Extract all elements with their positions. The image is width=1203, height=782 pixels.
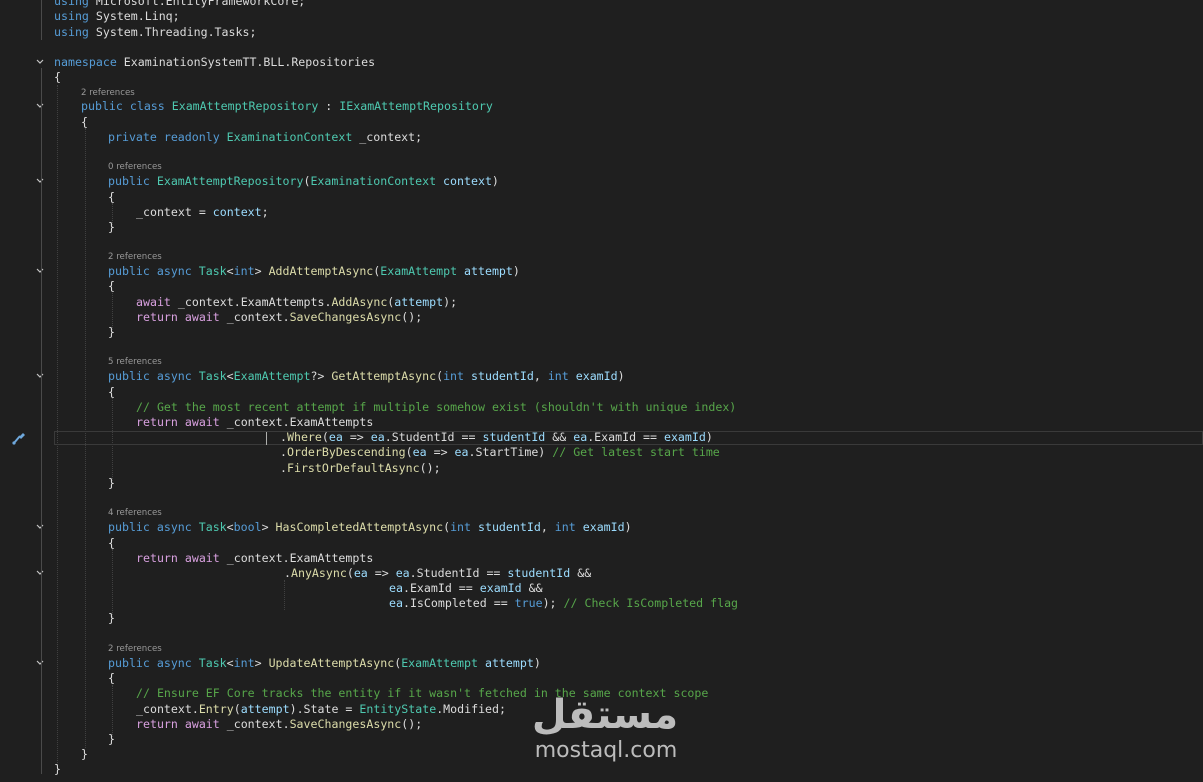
code-line-brace: { <box>108 536 115 550</box>
text-cursor <box>266 432 267 445</box>
code-line-method-signature: public async Task<ExamAttempt?> GetAttem… <box>108 369 625 383</box>
code-line-namespace: namespace ExaminationSystemTT.BLL.Reposi… <box>54 55 376 69</box>
fold-chevron-icon[interactable] <box>35 371 45 381</box>
code-line-statement: await _context.ExamAttempts.AddAsync(att… <box>136 295 458 309</box>
fold-chevron-icon[interactable] <box>35 522 45 532</box>
code-line-statement: return await _context.ExamAttempts <box>136 551 374 565</box>
code-line-brace: } <box>108 732 115 746</box>
code-line-brace: } <box>108 476 115 490</box>
indent-guide <box>112 685 113 737</box>
indent-guide <box>284 580 285 610</box>
code-line-statement: _context.Entry(attempt).State = EntitySt… <box>136 702 506 716</box>
code-editor[interactable]: using Microsoft.EntityFrameworkCore; usi… <box>0 0 1203 782</box>
fold-chevron-icon[interactable] <box>35 176 45 186</box>
code-line-comment: // Get the most recent attempt if multip… <box>136 400 737 414</box>
watermark-arabic-text: مستقل <box>531 692 679 738</box>
fold-chevron-icon[interactable] <box>35 101 45 111</box>
fold-chevron-icon[interactable] <box>35 57 45 67</box>
fold-chevron-icon[interactable] <box>35 266 45 276</box>
code-line-brace: { <box>108 279 115 293</box>
code-line-linq-where: .Where(ea => ea.StudentId == studentId &… <box>280 430 713 444</box>
watermark-latin-text: mostaql.com <box>534 738 678 763</box>
editor-gutter <box>0 0 50 782</box>
indent-guide <box>112 549 113 617</box>
codelens-references[interactable]: 0 references <box>108 162 162 173</box>
mostaql-watermark: مستقل mostaql.com <box>520 690 690 770</box>
codelens-references[interactable]: 5 references <box>108 357 162 368</box>
code-line-condition: ea.IsCompleted == true); // Check IsComp… <box>389 596 739 610</box>
code-line-brace: } <box>108 325 115 339</box>
codelens-references[interactable]: 2 references <box>108 252 162 263</box>
code-line-brace: { <box>108 385 115 399</box>
code-line-method-signature: public async Task<int> UpdateAttemptAsyn… <box>108 656 541 670</box>
code-line-linq-first: .FirstOrDefaultAsync(); <box>280 461 441 475</box>
code-line-linq-any: .AnyAsync(ea => ea.StudentId == studentI… <box>284 566 592 580</box>
code-line-brace: { <box>108 671 115 685</box>
fold-chevron-icon[interactable] <box>35 658 45 668</box>
code-line-brace: } <box>81 747 88 761</box>
code-line-brace: } <box>54 762 61 776</box>
code-line-statement: return await _context.SaveChangesAsync()… <box>136 717 423 731</box>
code-line-brace: { <box>81 115 88 129</box>
code-line-constructor: public ExamAttemptRepository(Examination… <box>108 174 499 188</box>
code-line-field: private readonly ExaminationContext _con… <box>108 130 423 144</box>
code-line-linq-orderby: .OrderByDescending(ea => ea.StartTime) /… <box>280 445 720 459</box>
code-line-using: using System.Linq; <box>54 9 180 23</box>
code-line-using: using Microsoft.EntityFrameworkCore; <box>54 0 306 8</box>
code-line-brace: } <box>108 220 115 234</box>
code-line-using: using System.Threading.Tasks; <box>54 25 257 39</box>
code-line-brace: { <box>108 190 115 204</box>
code-line-class-declaration: public class ExamAttemptRepository : IEx… <box>81 99 493 113</box>
code-line-statement: _context = context; <box>136 205 269 219</box>
codelens-references[interactable]: 2 references <box>81 88 135 99</box>
codelens-references[interactable]: 4 references <box>108 508 162 519</box>
code-line-statement: return await _context.ExamAttempts <box>136 415 374 429</box>
code-line-statement: return await _context.SaveChangesAsync()… <box>136 310 423 324</box>
code-line-brace: { <box>54 70 61 84</box>
code-line-method-signature: public async Task<bool> HasCompletedAtte… <box>108 520 632 534</box>
codelens-references[interactable]: 2 references <box>108 644 162 655</box>
fold-chevron-icon[interactable] <box>35 568 45 578</box>
code-line-brace: } <box>108 611 115 625</box>
code-line-condition: ea.ExamId == examId && <box>389 581 543 595</box>
quick-actions-brush-icon[interactable] <box>11 431 27 445</box>
indent-guide <box>57 85 58 765</box>
code-line-method-signature: public async Task<int> AddAttemptAsync(E… <box>108 264 520 278</box>
